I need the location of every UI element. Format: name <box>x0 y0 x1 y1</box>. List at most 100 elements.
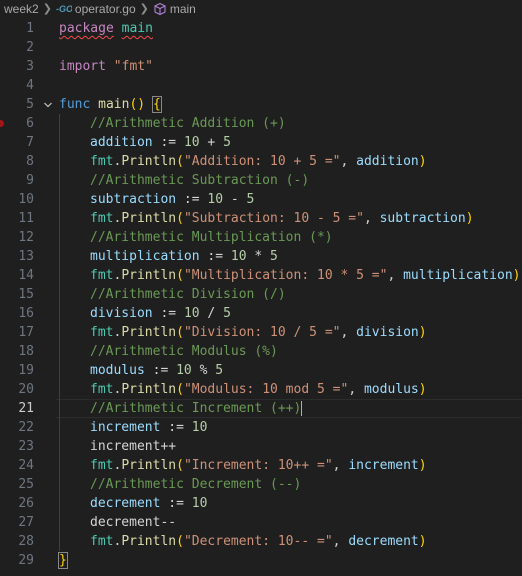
token-paren: ) <box>418 154 427 169</box>
token-operator: := <box>160 135 177 150</box>
code-line[interactable]: 26 decrement := 10 <box>0 494 522 513</box>
indent-guide <box>59 152 60 171</box>
token-string: "Increment: 10++ =" <box>183 458 333 473</box>
line-content: fmt.Println("Increment: 10++ =", increme… <box>90 458 427 473</box>
token-operator: ++ <box>160 439 177 454</box>
line-number: 5 <box>26 97 34 112</box>
token-comma: , <box>348 382 364 397</box>
token-number: 5 <box>223 306 231 321</box>
token-brace-close: } <box>58 552 68 569</box>
token-number: 10 <box>207 192 224 207</box>
token-paren: ) <box>418 458 427 473</box>
code-line[interactable]: 13 multiplication := 10 * 5 <box>0 247 522 266</box>
token-number: 10 <box>176 363 192 378</box>
line-content: func main() { <box>59 96 162 113</box>
code-line[interactable]: 6 //Arithmetic Addition (+) <box>0 114 522 133</box>
code-line[interactable]: 24 fmt.Println("Increment: 10++ =", incr… <box>0 456 522 475</box>
token-function: Println <box>121 534 177 549</box>
text-cursor <box>301 401 303 416</box>
line-content: //Arithmetic Subtraction (-) <box>90 173 309 188</box>
code-line[interactable]: 18 //Arithmetic Modulus (%) <box>0 342 522 361</box>
token-brace-open: { <box>151 96 162 113</box>
token-variable: increment <box>90 439 161 454</box>
code-line[interactable]: 17 fmt.Println("Division: 10 / 5 =", div… <box>0 323 522 342</box>
chevron-right-icon: ❯ <box>42 3 52 15</box>
line-content: increment++ <box>90 439 176 454</box>
token-paren: ( <box>176 382 184 397</box>
line-content: decrement := 10 <box>90 496 207 511</box>
line-number: 27 <box>18 515 34 530</box>
token-function: Println <box>121 154 177 169</box>
code-line[interactable]: 9 //Arithmetic Subtraction (-) <box>0 171 522 190</box>
token-package: fmt <box>90 325 114 340</box>
token-paren: ) <box>418 325 427 340</box>
code-line[interactable]: 3 import "fmt" <box>0 57 522 76</box>
code-line[interactable]: 12 //Arithmetic Multiplication (*) <box>0 228 522 247</box>
line-content: increment := 10 <box>90 420 207 435</box>
code-line[interactable]: 8 fmt.Println("Addition: 10 + 5 =", addi… <box>0 152 522 171</box>
line-number: 8 <box>26 154 34 169</box>
code-line[interactable]: 25 //Arithmetic Decrement (--) <box>0 475 522 494</box>
code-line[interactable]: 4 <box>0 76 522 95</box>
token-string: "Addition: 10 + 5 =" <box>183 154 341 169</box>
line-number: 22 <box>18 420 34 435</box>
token-keyword: package <box>59 21 114 36</box>
code-line[interactable]: 7 addition := 10 + 5 <box>0 133 522 152</box>
code-line[interactable]: 22 increment := 10 <box>0 418 522 437</box>
token-variable: increment <box>348 458 419 473</box>
token-string: "Subtraction: 10 - 5 =" <box>183 211 364 226</box>
line-content: fmt.Println("Subtraction: 10 - 5 =", sub… <box>90 211 474 226</box>
code-line[interactable]: 14 fmt.Println("Multiplication: 10 * 5 =… <box>0 266 522 285</box>
breadcrumb-symbol[interactable]: main <box>170 2 196 16</box>
code-line[interactable]: 19 modulus := 10 % 5 <box>0 361 522 380</box>
token-package: fmt <box>90 382 114 397</box>
token-operator: := <box>168 420 184 435</box>
indent-guide <box>59 437 60 456</box>
token-variable: modulus <box>90 363 145 378</box>
token-package: fmt <box>90 534 114 549</box>
token-function: Println <box>121 211 177 226</box>
line-content: modulus := 10 % 5 <box>90 363 223 378</box>
line-number: 23 <box>18 439 34 454</box>
token-variable: division <box>356 325 419 340</box>
code-editor[interactable]: 1 package main 2 3 import "fmt" 4 5 func… <box>0 17 522 576</box>
token-operator: -- <box>160 515 177 530</box>
indent-guide <box>59 342 60 361</box>
breadcrumb: week2 ❯ -GO operator.go ❯ main <box>0 0 522 17</box>
token-operator: - <box>230 192 239 207</box>
token-number: 5 <box>270 249 278 264</box>
code-line[interactable]: 2 <box>0 38 522 57</box>
fold-chevron-down-icon[interactable] <box>42 95 54 114</box>
indent-guide <box>59 475 60 494</box>
breadcrumb-file[interactable]: operator.go <box>75 2 136 16</box>
code-line[interactable]: 23 increment++ <box>0 437 522 456</box>
token-number: 10 <box>230 249 247 264</box>
go-file-icon: -GO <box>56 4 72 14</box>
line-number: 20 <box>18 382 34 397</box>
code-line[interactable]: 16 division := 10 / 5 <box>0 304 522 323</box>
code-line[interactable]: 10 subtraction := 10 - 5 <box>0 190 522 209</box>
indent-guide <box>59 456 60 475</box>
line-number: 6 <box>26 116 34 131</box>
token-operator: / <box>207 306 216 321</box>
token-operator: := <box>207 249 224 264</box>
code-line[interactable]: 15 //Arithmetic Division (/) <box>0 285 522 304</box>
code-line[interactable]: 27 decrement-- <box>0 513 522 532</box>
code-line[interactable]: 29 } <box>0 551 522 570</box>
code-line-active[interactable]: 21 //Arithmetic Increment (++) <box>0 399 522 418</box>
code-line[interactable]: 1 package main <box>0 19 522 38</box>
indent-guide <box>59 285 60 304</box>
line-number: 3 <box>26 59 34 74</box>
token-variable: division <box>90 306 153 321</box>
token-variable: increment <box>90 420 161 435</box>
code-line[interactable]: 20 fmt.Println("Modulus: 10 mod 5 =", mo… <box>0 380 522 399</box>
code-line[interactable]: 11 fmt.Println("Subtraction: 10 - 5 =", … <box>0 209 522 228</box>
line-number: 13 <box>18 249 34 264</box>
indent-guide <box>59 133 60 152</box>
breadcrumb-folder[interactable]: week2 <box>4 2 39 16</box>
token-number: 5 <box>223 135 231 150</box>
token-function: Println <box>121 325 177 340</box>
line-content: fmt.Println("Decrement: 10-- =", decreme… <box>90 534 427 549</box>
code-line[interactable]: 28 fmt.Println("Decrement: 10-- =", decr… <box>0 532 522 551</box>
code-line[interactable]: 5 func main() { <box>0 95 522 114</box>
